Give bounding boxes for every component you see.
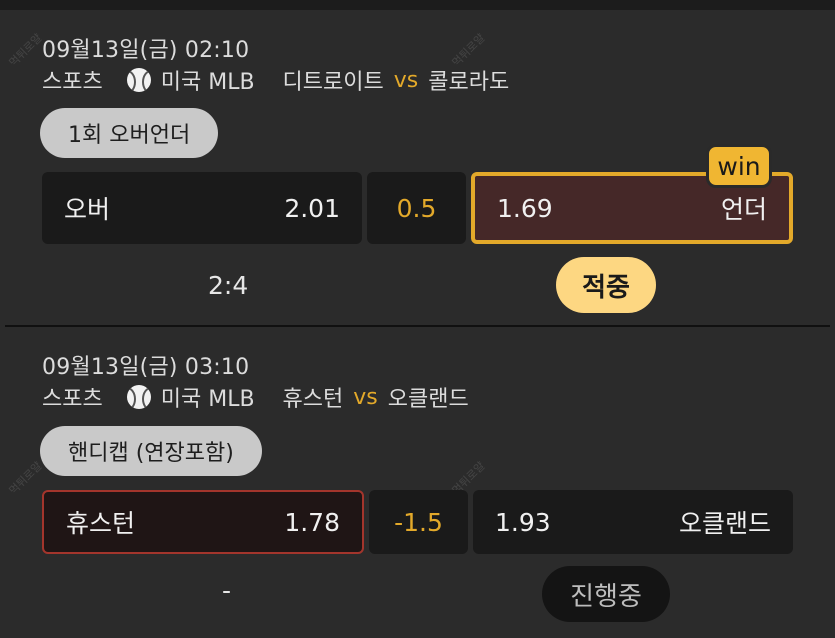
status-badge-hit: 적중 [556,257,656,313]
match-datetime: 09월13일(금) 02:10 [42,38,250,63]
league-label: 미국 MLB [160,70,255,95]
match-score: 2:4 [208,271,249,300]
option-odds: 1.69 [497,193,553,223]
option-label: 오클랜드 [678,509,771,538]
handicap-value: -1.5 [369,490,468,554]
option-odds: 1.78 [284,507,340,537]
sport-label: 스포츠 [42,70,103,95]
baseball-icon [126,68,151,92]
match-score: - [222,576,232,605]
match-info: 스포츠 미국 MLB 디트로이트 vs 콜로라도 [42,64,509,96]
option-label: 휴스턴 [66,509,136,538]
line-value: 0.5 [367,172,466,244]
home-team: 휴스턴 [282,387,344,412]
sport-label: 스포츠 [42,387,103,412]
away-team: 콜로라도 [428,70,510,95]
vs-label: vs [353,384,378,410]
market-type-chip: 1회 오버언더 [40,108,219,158]
odds-option-away[interactable]: 1.93 오클랜드 [473,490,793,554]
odds-option-over[interactable]: 오버 2.01 [42,172,362,244]
option-label: 오버 [64,195,111,224]
odds-option-home-selected[interactable]: 휴스턴 1.78 [42,490,364,554]
baseball-icon [126,385,151,409]
top-bar [0,0,835,10]
option-odds: 2.01 [284,193,340,223]
league-label: 미국 MLB [160,387,255,412]
market-type-chip: 핸디캡 (연장포함) [40,426,262,476]
home-team: 디트로이트 [282,70,384,95]
status-badge-live: 진행중 [542,566,670,622]
bet-card-2: 09월13일(금) 03:10 스포츠 미국 MLB 휴스턴 vs 오클랜드 핸… [0,327,835,638]
vs-label: vs [393,67,419,93]
match-datetime: 09월13일(금) 03:10 [42,355,250,380]
match-info: 스포츠 미국 MLB 휴스턴 vs 오클랜드 [42,381,469,413]
win-badge: win [706,144,772,188]
option-odds: 1.93 [495,507,551,537]
option-label: 언더 [720,195,767,224]
away-team: 오클랜드 [387,387,469,412]
